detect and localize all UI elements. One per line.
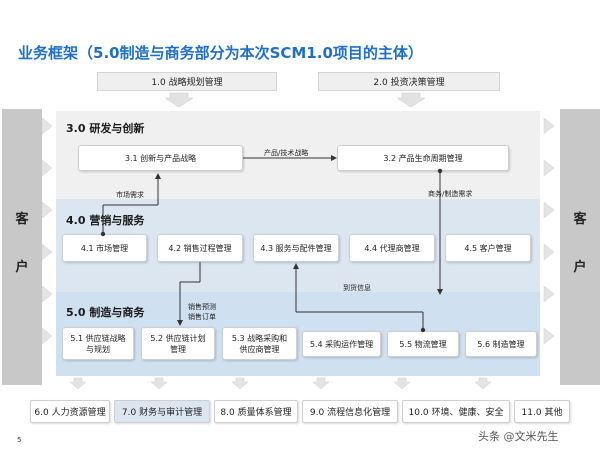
box-line: 供应商管理: [239, 344, 280, 354]
quality-system-box[interactable]: 8.0 质量体系管理: [214, 400, 298, 423]
hr-management-box[interactable]: 6.0 人力资源管理: [30, 400, 110, 423]
other-box[interactable]: 11.0 其他: [514, 400, 570, 423]
right-chevron-column: [543, 117, 555, 345]
label-market-demand: 市场需求: [116, 191, 144, 199]
label-biz-demand: 商务/制造需求: [428, 190, 473, 198]
left-chevron-column: [41, 117, 53, 345]
supply-chain-strategy-box[interactable]: 5.1 供应链战略 与规划: [62, 327, 134, 360]
manufacturing-management-box[interactable]: 5.6 制造管理: [465, 331, 537, 357]
top-chevrons: [164, 92, 426, 108]
procurement-ops-box[interactable]: 5.4 采购运作管理: [302, 331, 381, 357]
sales-process-box[interactable]: 4.2 销售过程管理: [157, 234, 243, 262]
finance-audit-box[interactable]: 7.0 财务与审计管理: [114, 400, 210, 423]
box-line: 5.1 供应链战略: [70, 333, 126, 343]
label-arrival-info: 到货信息: [343, 284, 371, 292]
customer-label-left-1: 客: [15, 212, 29, 227]
marketing-section-title: 4.0 营销与服务: [66, 214, 145, 227]
ehs-box[interactable]: 10.0 环境、健康、安全: [402, 400, 510, 423]
service-parts-box[interactable]: 4.3 服务与配件管理: [253, 234, 339, 262]
box-line: 与规划: [86, 344, 110, 354]
innovation-strategy-box[interactable]: 3.1 创新与产品战略: [78, 145, 243, 171]
label-product-tech: 产品/技术战略: [264, 149, 309, 157]
plm-box[interactable]: 3.2 产品生命周期管理: [337, 145, 509, 171]
logistics-box[interactable]: 5.5 物流管理: [387, 331, 459, 357]
customer-label-left-2: 户: [15, 260, 29, 275]
agent-management-box[interactable]: 4.4 代理商管理: [349, 234, 435, 262]
customer-label-right-2: 户: [573, 260, 587, 275]
supply-chain-planning-box[interactable]: 5.2 供应链计划 管理: [141, 327, 215, 360]
manufacturing-section-title: 5.0 制造与商务: [66, 306, 145, 319]
page-number: 5: [17, 436, 22, 444]
process-it-box[interactable]: 9.0 流程信息化管理: [302, 400, 398, 423]
label-sales-forecast: 销售预测: [188, 303, 216, 311]
label-sales-order: 销售订单: [188, 313, 216, 321]
strategic-sourcing-box[interactable]: 5.3 战略采购和 供应商管理: [222, 327, 297, 360]
customer-label-right-1: 客: [573, 212, 587, 227]
customer-management-box[interactable]: 4.5 客户管理: [445, 234, 531, 262]
market-management-box[interactable]: 4.1 市场管理: [62, 234, 147, 262]
watermark: 头条 @文米先生: [478, 430, 559, 443]
box-line: 5.2 供应链计划: [150, 333, 206, 343]
customer-band-right: [560, 109, 600, 385]
customer-band-left: [2, 109, 42, 385]
box-line: 5.3 战略采购和: [231, 333, 288, 343]
rd-section-title: 3.0 研发与创新: [66, 122, 145, 135]
box-line: 管理: [170, 344, 186, 354]
